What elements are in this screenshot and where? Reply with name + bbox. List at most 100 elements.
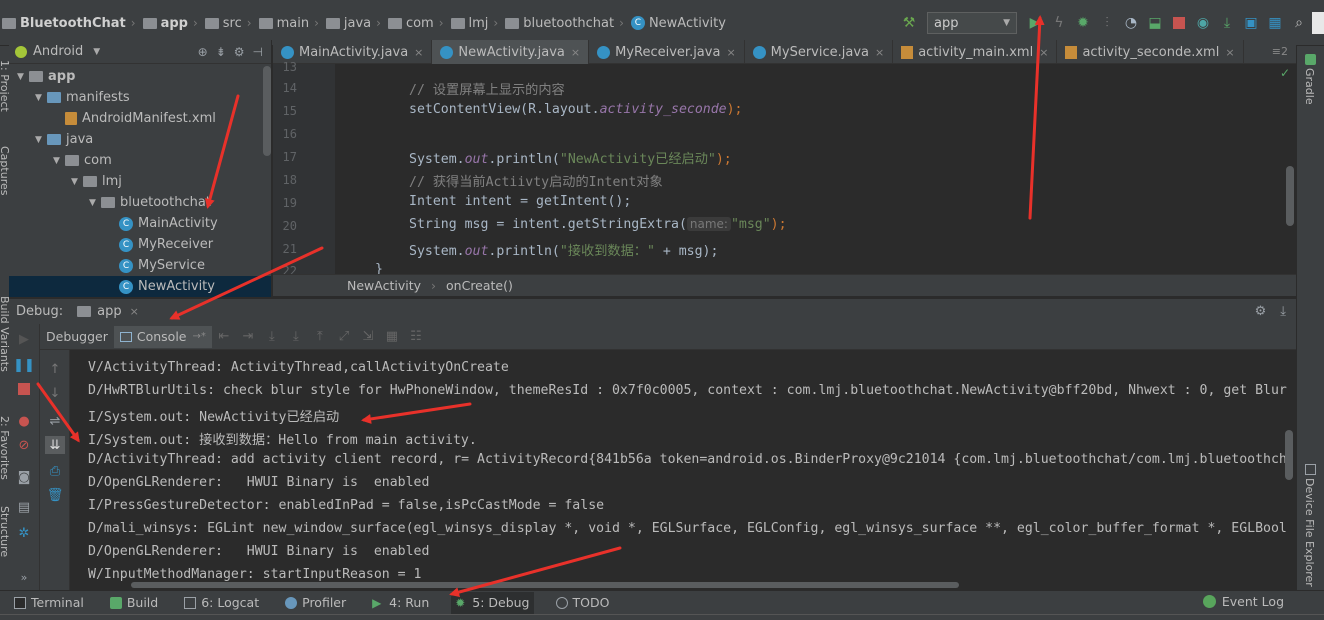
run-icon[interactable]: ▶ (1024, 12, 1046, 34)
close-icon[interactable]: × (1039, 46, 1048, 59)
print-icon[interactable]: ⎙ (45, 462, 65, 480)
down-arrow-icon[interactable]: ↓ (45, 384, 65, 402)
mute-breakpoints-icon[interactable]: ⊘ (14, 436, 34, 454)
tool-profiler[interactable]: Profiler (281, 592, 350, 614)
project-view-select[interactable]: Android (33, 44, 83, 59)
close-icon[interactable]: × (1225, 46, 1234, 59)
show-execution-point-icon[interactable]: ⇤ (214, 327, 234, 347)
console-output[interactable]: V/ActivityThread: ActivityThread,callAct… (71, 350, 1296, 590)
hide-panel-icon[interactable]: ⤓ (1280, 304, 1286, 319)
rerun-icon[interactable]: ▶ (14, 330, 34, 348)
sync-icon[interactable]: ⬓ (1144, 12, 1166, 34)
tree-item-myreceiver[interactable]: C MyReceiver (119, 234, 213, 255)
crumb-module[interactable]: app › (141, 16, 203, 31)
expand-arrow-icon[interactable]: ▼ (35, 135, 47, 145)
tool-logcat[interactable]: 6: Logcat (180, 592, 263, 614)
avd-manager-icon[interactable]: ▣ (1240, 12, 1262, 34)
editor-scrollbar[interactable] (1286, 166, 1294, 226)
run-configuration-select[interactable]: app ▼ (927, 12, 1017, 34)
close-icon[interactable]: × (414, 46, 423, 59)
crumb-com[interactable]: com › (386, 16, 449, 31)
force-step-into-icon[interactable]: ⤓ (286, 327, 306, 347)
sdk-manager-icon[interactable]: ⤓ (1216, 12, 1238, 34)
tree-item-app[interactable]: ▼ app (17, 66, 75, 87)
crumb-bluetoothchat[interactable]: bluetoothchat › (503, 16, 629, 31)
event-log-button[interactable]: Event Log (1202, 594, 1284, 609)
tab-activity-main-xml[interactable]: activity_main.xml × (893, 40, 1058, 64)
tree-item-lmj[interactable]: ▼ lmj (71, 171, 122, 192)
locate-icon[interactable]: ⊕ (198, 45, 208, 59)
tree-item-java[interactable]: ▼ java (35, 129, 93, 150)
scroll-to-end-icon[interactable]: ⇊ (45, 436, 65, 454)
tool-build[interactable]: Build (106, 592, 162, 614)
crumb-main[interactable]: main › (257, 16, 324, 31)
up-arrow-icon[interactable]: ↑ (45, 360, 65, 378)
breadcrumb-class[interactable]: NewActivity (347, 278, 421, 293)
tab-myreceiver[interactable]: MyReceiver.java × (589, 40, 745, 64)
stop-icon[interactable] (1168, 12, 1190, 34)
window-frame-icon[interactable] (1312, 12, 1324, 34)
hide-icon[interactable]: ⊣ (253, 45, 263, 59)
breadcrumb-method[interactable]: onCreate() (446, 278, 513, 293)
tab-console[interactable]: Console →* (113, 325, 212, 348)
project-scrollbar[interactable] (263, 66, 271, 156)
close-icon[interactable]: × (571, 46, 580, 59)
tree-item-manifests[interactable]: ▼ manifests (35, 87, 130, 108)
camera-icon[interactable]: ◙ (14, 468, 34, 486)
trash-icon[interactable]: 🗑 (45, 486, 65, 504)
crumb-java[interactable]: java › (324, 16, 386, 31)
expand-arrow-icon[interactable]: ▼ (89, 198, 101, 208)
structure-icon[interactable]: ▦ (1264, 12, 1286, 34)
tab-debugger[interactable]: Debugger (40, 326, 114, 348)
collapse-icon[interactable]: ⇟ (216, 45, 226, 59)
search-icon[interactable]: ⌕ (1288, 12, 1310, 34)
tool-window-device-file-explorer[interactable]: Device File Explorer (1303, 478, 1316, 587)
view-breakpoints-icon[interactable]: ● (14, 412, 34, 430)
expand-arrow-icon[interactable]: ▼ (53, 156, 65, 166)
gear-icon[interactable]: ⚙ (234, 45, 245, 59)
console-vertical-scrollbar[interactable] (1285, 430, 1293, 480)
soft-wrap-icon[interactable]: ⇌ (45, 412, 65, 430)
gradle-sync-icon[interactable]: ◉ (1192, 12, 1214, 34)
tree-item-com[interactable]: ▼ com (53, 150, 112, 171)
settings-icon[interactable]: ✲ (14, 524, 34, 542)
tool-terminal[interactable]: Terminal (10, 592, 88, 614)
console-horizontal-scrollbar[interactable] (131, 582, 959, 588)
pause-icon[interactable]: ❚❚ (13, 356, 35, 374)
code-editor[interactable]: // 设置屏幕上显示的内容 setContentView(R.layout.ac… (335, 64, 1296, 274)
trace-icon[interactable]: ☷ (406, 327, 426, 347)
tool-run[interactable]: ▶ 4: Run (368, 592, 433, 614)
drop-frame-icon[interactable]: ⤢ (334, 327, 354, 347)
tree-item-newactivity[interactable]: C NewActivity (9, 276, 271, 297)
expand-arrow-icon[interactable]: ▼ (35, 93, 47, 103)
evaluate-icon[interactable]: ▦ (382, 327, 402, 347)
tab-newactivity[interactable]: NewActivity.java × (432, 40, 590, 64)
close-icon[interactable]: × (726, 46, 735, 59)
tree-item-bluetoothchat[interactable]: ▼ bluetoothchat (89, 192, 211, 213)
tool-todo[interactable]: TODO (552, 592, 614, 614)
layout-icon[interactable]: ▤ (14, 498, 34, 516)
apply-changes-icon[interactable]: ϟ (1048, 12, 1070, 34)
close-icon[interactable]: × (875, 46, 884, 59)
crumb-src[interactable]: src › (203, 16, 257, 31)
step-over-icon[interactable]: ⇥ (238, 327, 258, 347)
tab-myservice[interactable]: MyService.java × (745, 40, 894, 64)
tree-item-mainactivity[interactable]: C MainActivity (119, 213, 218, 234)
tool-window-gradle[interactable]: Gradle (1303, 68, 1316, 105)
profile-icon[interactable]: ◔ (1120, 12, 1142, 34)
crumb-lmj[interactable]: lmj › (449, 16, 504, 31)
step-out-icon[interactable]: ⤒ (310, 327, 330, 347)
expand-arrow-icon[interactable]: ▼ (71, 177, 83, 187)
expand-arrow-icon[interactable]: ▼ (17, 72, 29, 82)
crumb-newactivity[interactable]: C NewActivity (629, 16, 726, 31)
hammer-icon[interactable]: ⚒ (898, 12, 920, 34)
tree-item-myservice[interactable]: C MyService (119, 255, 205, 276)
debug-icon[interactable]: ✹ (1072, 12, 1094, 34)
more-icon[interactable]: » (14, 568, 34, 586)
attach-debugger-icon[interactable]: ⫶ (1096, 12, 1118, 34)
tool-debug[interactable]: ✹ 5: Debug (451, 591, 534, 614)
stop-icon[interactable] (14, 380, 34, 398)
step-into-icon[interactable]: ⤓ (262, 327, 282, 347)
close-icon[interactable]: × (130, 305, 139, 318)
tab-overflow-button[interactable]: ≡2 (1272, 45, 1296, 58)
